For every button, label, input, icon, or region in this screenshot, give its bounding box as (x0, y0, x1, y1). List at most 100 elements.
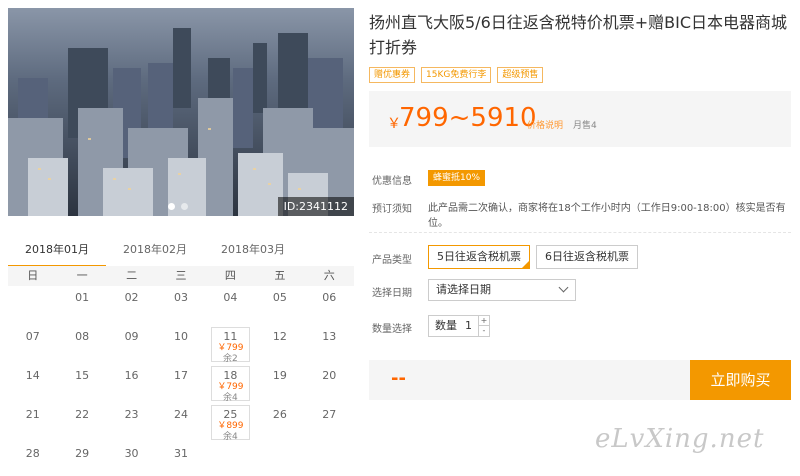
tab-month-1[interactable]: 2018年01月 (8, 238, 106, 267)
price-range: 799~5910 (399, 103, 537, 133)
price-explain-link[interactable]: 价格说明 (527, 118, 563, 131)
calendar-day: 14 (8, 364, 57, 403)
calendar-day (206, 442, 255, 476)
day-number: 23 (124, 408, 139, 421)
calendar-day-available[interactable]: 18 ￥799 余4 (210, 366, 251, 403)
weekday-label: 一 (76, 269, 88, 282)
calendar-day: 27 (305, 403, 354, 442)
day-number: 03 (173, 291, 188, 304)
notice-text: 此产品需二次确认，商家将在18个工作小时内（工作日9:00-18:00）核实是否… (428, 203, 786, 229)
day-number: 19 (272, 369, 287, 382)
product-type-option-5day[interactable]: 5日往返含税机票 (428, 245, 530, 269)
calendar-day-available[interactable]: 11 ￥799 余2 (210, 327, 251, 364)
product-photo[interactable]: ID:2341112 (8, 8, 354, 216)
calendar-day: 19 (255, 364, 304, 403)
tag-coupon: 赠优惠券 (369, 67, 416, 83)
day-number: 16 (124, 369, 139, 382)
calendar-day (305, 442, 354, 476)
calendar-day (255, 442, 304, 476)
increment-icon[interactable]: + (478, 316, 489, 326)
day-number: 26 (272, 408, 287, 421)
day-price: ￥799 (217, 382, 244, 392)
day-remaining: 余4 (223, 432, 238, 442)
day-number: 29 (75, 447, 90, 460)
calendar-day: 13 (305, 325, 354, 364)
day-number: 06 (322, 291, 337, 304)
calendar-day: 30 (107, 442, 156, 476)
calendar-day: 31 (156, 442, 205, 476)
calendar-day: 06 (305, 286, 354, 325)
tab-month-3[interactable]: 2018年03月 (204, 238, 302, 267)
weekday-label: 二 (126, 269, 138, 282)
day-number: 22 (75, 408, 90, 421)
carousel-dot[interactable] (181, 203, 188, 210)
quantity-value[interactable]: 1 (465, 316, 472, 336)
decrement-icon[interactable]: - (478, 326, 489, 336)
calendar-day[interactable]: 18 ￥799 余4 (206, 364, 255, 403)
calendar-day: 20 (305, 364, 354, 403)
quantity-label: 数量选择 (372, 324, 412, 335)
product-title: 扬州直飞大阪5/6日往返含税特价机票+赠BIC日本电器商城打折券 (369, 13, 788, 57)
calendar-month-tabs: 2018年01月 2018年02月 2018年03月 (8, 238, 354, 268)
day-number: 08 (75, 330, 90, 343)
day-number: 31 (173, 447, 188, 460)
date-label: 选择日期 (372, 288, 412, 299)
price-box: ￥ 799~5910 价格说明 月售4 (369, 91, 791, 147)
weekday-label: 三 (175, 269, 187, 282)
chevron-down-icon (558, 282, 569, 293)
day-number: 10 (173, 330, 188, 343)
calendar-day: 29 (57, 442, 106, 476)
day-remaining: 余4 (223, 393, 238, 403)
calendar-day: 21 (8, 403, 57, 442)
product-type-option-6day[interactable]: 6日往返含税机票 (536, 245, 638, 269)
quantity-stepper[interactable]: 数量 1 + - (428, 315, 490, 337)
calendar-day: 17 (156, 364, 205, 403)
calendar-weekday-header: 日 一 二 三 四 五 六 (8, 266, 354, 286)
weekday-label: 六 (323, 269, 335, 282)
day-number: 21 (25, 408, 40, 421)
day-number: 09 (124, 330, 139, 343)
calendar-day: 23 (107, 403, 156, 442)
calendar-day: 03 (156, 286, 205, 325)
day-number: 05 (272, 291, 287, 304)
day-number: 28 (25, 447, 40, 460)
day-price: ￥799 (217, 343, 244, 353)
calendar-day: 01 (57, 286, 106, 325)
monthly-sales: 月售4 (573, 121, 597, 131)
day-number: 07 (25, 330, 40, 343)
day-number: 20 (322, 369, 337, 382)
calendar-day: 22 (57, 403, 106, 442)
day-number: 13 (322, 330, 337, 343)
promo-badge: 蜂蜜抵10% (428, 170, 486, 186)
day-number: 01 (75, 291, 90, 304)
day-number: 24 (173, 408, 188, 421)
calendar-day[interactable]: 25 ￥899 余4 (206, 403, 255, 442)
carousel-dot[interactable] (168, 203, 175, 210)
product-tags: 赠优惠券 15KG免费行李 超级预售 (369, 67, 544, 83)
tab-month-2[interactable]: 2018年02月 (106, 238, 204, 267)
product-type-label: 产品类型 (372, 255, 412, 266)
carousel-dots[interactable] (168, 203, 188, 210)
day-number: 14 (25, 369, 40, 382)
date-select[interactable]: 请选择日期 (428, 279, 576, 301)
calendar-day: 16 (107, 364, 156, 403)
calendar-day-available[interactable]: 25 ￥899 余4 (210, 405, 251, 442)
calendar-day[interactable]: 11 ￥799 余2 (206, 325, 255, 364)
day-number: 25 (223, 408, 238, 421)
calendar: 日 一 二 三 四 五 六 01 02 03 04 05 06 07 08 09 10 11 ￥799… (8, 266, 354, 476)
total-price: -- (391, 368, 406, 389)
watermark: eLvXing.net (595, 424, 765, 454)
day-number: 15 (75, 369, 90, 382)
calendar-day: 15 (57, 364, 106, 403)
day-number: 30 (124, 447, 139, 460)
buy-now-button[interactable]: 立即购买 (690, 360, 791, 400)
calendar-day: 09 (107, 325, 156, 364)
calendar-day (8, 286, 57, 325)
calendar-day: 24 (156, 403, 205, 442)
day-price: ￥899 (217, 421, 244, 431)
day-number: 17 (173, 369, 188, 382)
calendar-day: 05 (255, 286, 304, 325)
day-number: 02 (124, 291, 139, 304)
calendar-day: 10 (156, 325, 205, 364)
quantity-text: 数量 (435, 319, 457, 332)
